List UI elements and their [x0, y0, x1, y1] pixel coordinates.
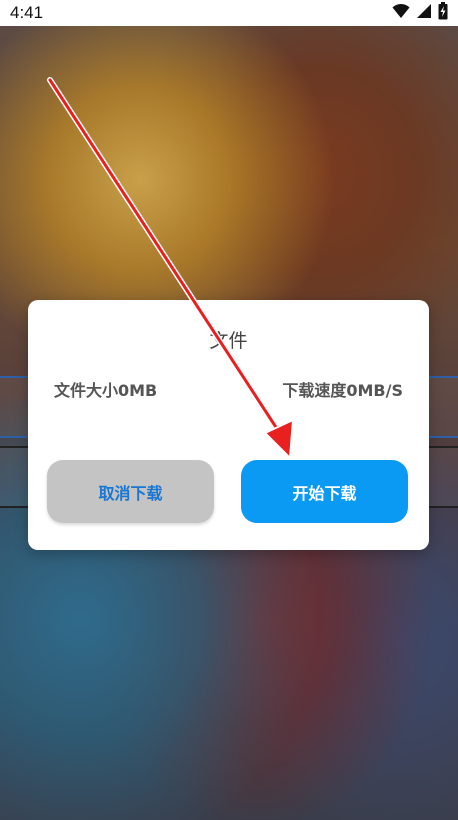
- status-time: 4:41: [10, 3, 44, 22]
- status-bar: 4:41: [0, 0, 458, 26]
- start-download-button[interactable]: 开始下载: [241, 460, 408, 523]
- download-speed-label: 下载速度0MB/S: [282, 381, 403, 400]
- signal-icon: [416, 3, 432, 23]
- battery-icon: [438, 2, 448, 24]
- dialog-title: 文件: [209, 330, 248, 352]
- status-icons: [392, 2, 448, 24]
- download-dialog: 文件 文件大小0MB 下载速度0MB/S 取消下载 开始下载: [28, 300, 429, 550]
- file-size-label: 文件大小0MB: [54, 381, 158, 400]
- blurred-background: 4:41 文件 文件大小0MB 下载速度0MB/S 取消下载 开始下载: [0, 0, 458, 820]
- cancel-download-button[interactable]: 取消下载: [47, 460, 214, 523]
- wifi-icon: [392, 3, 410, 23]
